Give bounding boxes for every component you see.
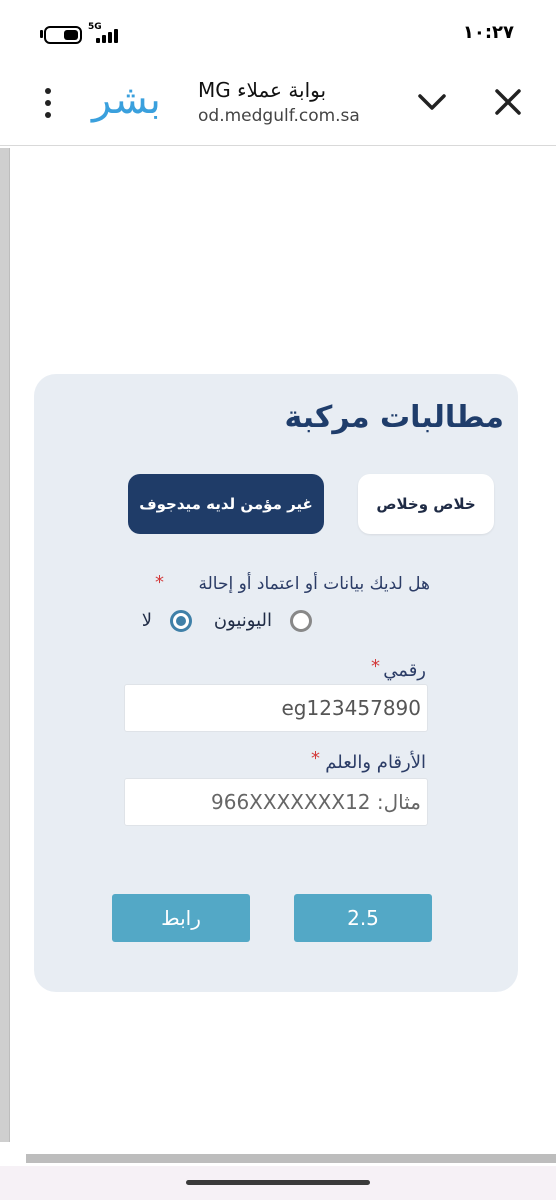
field-label-numbers-flag: الأرقام والعلم <box>325 752 426 773</box>
number-input[interactable]: eg123457890 <box>124 684 428 732</box>
site-logo: بشر <box>92 77 161 123</box>
battery-cap <box>40 30 43 38</box>
page-title: بوابة عملاء MG <box>198 78 327 102</box>
horizontal-scrollbar[interactable] <box>26 1154 556 1163</box>
radio-label-union: اليونيون <box>213 610 272 631</box>
battery-icon <box>44 26 82 44</box>
more-vert-icon[interactable] <box>36 86 60 120</box>
close-icon[interactable] <box>490 84 526 120</box>
link-button[interactable]: رابط <box>112 894 250 942</box>
radio-label-no: لا <box>141 610 152 631</box>
required-mark: * <box>371 656 380 677</box>
page-url: od.medgulf.com.sa <box>198 106 360 126</box>
value-button[interactable]: 2.5 <box>294 894 432 942</box>
chevron-down-icon[interactable] <box>414 84 450 120</box>
required-mark: * <box>311 748 320 769</box>
required-mark: * <box>155 572 164 593</box>
status-time: ١٠:٢٧ <box>462 22 514 43</box>
field-label-number: رقمي <box>383 660 426 681</box>
status-bar: 5G ١٠:٢٧ <box>0 0 556 64</box>
browser-header: بشر بوابة عملاء MG od.medgulf.com.sa <box>0 64 556 146</box>
radio-union[interactable] <box>290 610 312 632</box>
signal-bars-icon <box>96 27 122 43</box>
phone-input[interactable]: مثال: 966XXXXXXX12 <box>124 778 428 826</box>
tab-not-insured[interactable]: غير مؤمن لديه ميدجوف <box>128 474 324 534</box>
tab-khalas[interactable]: خلاص وخلاص <box>358 474 494 534</box>
radio-no[interactable] <box>170 610 192 632</box>
claims-card: مطالبات مركبة خلاص وخلاص غير مؤمن لديه م… <box>34 374 518 992</box>
vertical-scrollbar[interactable] <box>0 148 10 1142</box>
home-indicator[interactable] <box>186 1180 370 1185</box>
card-title: مطالبات مركبة <box>284 400 504 435</box>
question-label: هل لديك بيانات أو اعتماد أو إحالة <box>198 574 430 594</box>
